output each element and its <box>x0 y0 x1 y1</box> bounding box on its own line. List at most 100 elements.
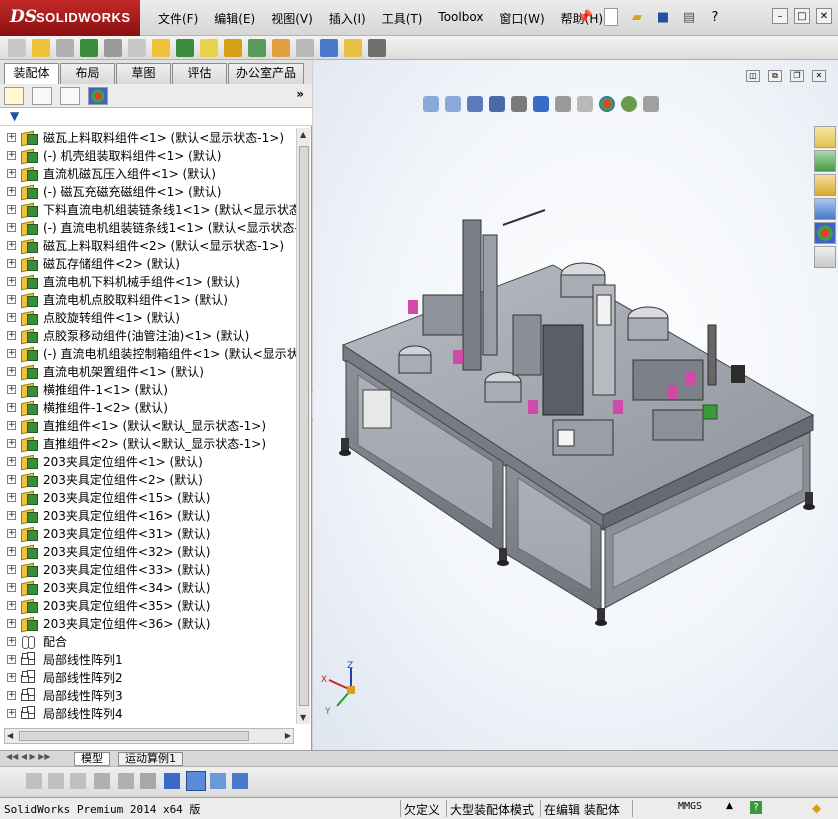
tree-item[interactable]: +203夹具定位组件<33> (默认) <box>0 560 296 578</box>
instant3d-icon[interactable] <box>368 38 386 57</box>
display-manager-tab-icon[interactable] <box>88 87 108 105</box>
new-motion-study-icon[interactable] <box>200 38 218 57</box>
tree-item[interactable]: + 磁瓦上料取料组件<2> (默认<显示状态-1>) <box>0 236 296 254</box>
property-manager-tab-icon[interactable] <box>32 87 52 105</box>
expand-toggle-icon[interactable]: + <box>7 582 16 592</box>
insert-component-icon[interactable] <box>8 38 26 57</box>
scroll-right-icon[interactable]: ▶ <box>285 731 291 740</box>
tree-item[interactable]: +203夹具定位组件<34> (默认) <box>0 578 296 596</box>
tree-item[interactable]: + (-) 直流电机组装链条线1<1> (默认<显示状态- <box>0 218 296 236</box>
vertical-scroll-thumb[interactable] <box>299 146 309 706</box>
menu-tools[interactable]: 工具(T) <box>374 10 431 27</box>
pin-icon[interactable]: 📌 <box>574 6 596 28</box>
expand-toggle-icon[interactable]: + <box>7 492 16 502</box>
status-tag-icon[interactable]: ◆ <box>812 801 821 815</box>
tree-item[interactable]: + 横推组件-1<2> (默认) <box>0 398 296 416</box>
view-tool-2-icon[interactable] <box>48 773 64 789</box>
save-icon[interactable]: ■ <box>652 6 674 28</box>
tab-layout[interactable]: 布局 <box>60 63 115 84</box>
tab-assembly[interactable]: 装配体 <box>4 63 59 84</box>
expand-toggle-icon[interactable]: + <box>7 240 16 250</box>
tree-item[interactable]: +203夹具定位组件<2> (默认) <box>0 470 296 488</box>
menu-edit[interactable]: 编辑(E) <box>206 10 263 27</box>
view-tool-4-icon[interactable] <box>94 773 110 789</box>
tree-item[interactable]: + 直流电机下料机械手组件<1> (默认) <box>0 272 296 290</box>
menu-view[interactable]: 视图(V) <box>263 10 321 27</box>
expand-toggle-icon[interactable]: + <box>7 510 16 520</box>
new-document-icon[interactable] <box>604 8 618 26</box>
tree-item[interactable]: +203夹具定位组件<36> (默认) <box>0 614 296 632</box>
move-component-icon[interactable] <box>104 38 122 57</box>
tree-item[interactable]: +203夹具定位组件<31> (默认) <box>0 524 296 542</box>
tab-sketch[interactable]: 草图 <box>116 63 171 84</box>
tree-item[interactable]: + 磁瓦上料取料组件<1> (默认<显示状态-1>) <box>0 128 296 146</box>
expand-toggle-icon[interactable]: + <box>7 384 16 394</box>
print-icon[interactable]: ▤ <box>678 6 700 28</box>
tab-office-products[interactable]: 办公室产品 <box>228 63 304 84</box>
tab-model[interactable]: 模型 <box>74 752 110 766</box>
status-help-icon[interactable]: ? <box>750 801 762 814</box>
tree-item[interactable]: +203夹具定位组件<32> (默认) <box>0 542 296 560</box>
expand-panel-icon[interactable]: » <box>296 87 304 101</box>
expand-toggle-icon[interactable]: + <box>7 564 16 574</box>
tree-item[interactable]: + 直流电机点胶取料组件<1> (默认) <box>0 290 296 308</box>
graphics-viewport[interactable]: ◫ ⧉ ❐ ✕ X Z Y <box>313 60 838 750</box>
explode-line-sketch-icon[interactable] <box>272 38 290 57</box>
tree-item[interactable]: + (-) 磁瓦充磁充磁组件<1> (默认) <box>0 182 296 200</box>
exploded-view-icon[interactable] <box>248 38 266 57</box>
scroll-down-icon[interactable]: ▼ <box>300 713 306 722</box>
open-folder-icon[interactable]: ▰ <box>626 6 648 28</box>
view-tool-7-icon[interactable] <box>164 773 180 789</box>
restore-icon[interactable]: □ <box>794 8 810 24</box>
expand-toggle-icon[interactable]: + <box>7 708 16 718</box>
expand-toggle-icon[interactable]: + <box>7 654 16 664</box>
expand-toggle-icon[interactable]: + <box>7 438 16 448</box>
expand-toggle-icon[interactable]: + <box>7 132 16 142</box>
tree-item[interactable]: + 磁瓦存储组件<2> (默认) <box>0 254 296 272</box>
expand-toggle-icon[interactable]: + <box>7 348 16 358</box>
configuration-manager-tab-icon[interactable] <box>60 87 80 105</box>
tree-item[interactable]: + 局部线性阵列4 <box>0 704 296 722</box>
tree-item[interactable]: + (-) 机壳组装取料组件<1> (默认) <box>0 146 296 164</box>
tree-item[interactable]: + 配合 <box>0 632 296 650</box>
tree-vertical-scrollbar[interactable]: ▲ ▼ <box>296 128 310 724</box>
expand-toggle-icon[interactable]: + <box>7 420 16 430</box>
minimize-icon[interactable]: – <box>772 8 788 24</box>
assembly-model-view[interactable]: X Z Y <box>313 60 838 750</box>
view-tool-9-icon[interactable] <box>210 773 226 789</box>
expand-toggle-icon[interactable]: + <box>7 600 16 610</box>
expand-toggle-icon[interactable]: + <box>7 294 16 304</box>
view-tool-8-icon[interactable] <box>186 771 206 791</box>
expand-toggle-icon[interactable]: + <box>7 690 16 700</box>
expand-toggle-icon[interactable]: + <box>7 168 16 178</box>
show-hidden-icon[interactable] <box>128 38 146 57</box>
expand-toggle-icon[interactable]: + <box>7 186 16 196</box>
expand-toggle-icon[interactable]: + <box>7 312 16 322</box>
expand-toggle-icon[interactable]: + <box>7 204 16 214</box>
expand-toggle-icon[interactable]: + <box>7 456 16 466</box>
reference-geometry-icon[interactable] <box>176 38 194 57</box>
tree-item[interactable]: +203夹具定位组件<1> (默认) <box>0 452 296 470</box>
expand-toggle-icon[interactable]: + <box>7 150 16 160</box>
expand-toggle-icon[interactable]: + <box>7 528 16 538</box>
status-units[interactable]: MMGS <box>678 801 702 812</box>
view-tool-6-icon[interactable] <box>140 773 156 789</box>
tree-item[interactable]: + 局部线性阵列2 <box>0 668 296 686</box>
menu-window[interactable]: 窗口(W) <box>491 10 552 27</box>
expand-toggle-icon[interactable]: + <box>7 618 16 628</box>
expand-toggle-icon[interactable]: + <box>7 258 16 268</box>
scroll-left-icon[interactable]: ◀ <box>7 731 13 740</box>
expand-toggle-icon[interactable]: + <box>7 474 16 484</box>
tree-item[interactable]: + 横推组件-1<1> (默认) <box>0 380 296 398</box>
tree-item[interactable]: +203夹具定位组件<15> (默认) <box>0 488 296 506</box>
menu-insert[interactable]: 插入(I) <box>321 10 374 27</box>
view-tool-10-icon[interactable] <box>232 773 248 789</box>
hole-alignment-icon[interactable] <box>344 38 362 57</box>
filter-icon[interactable]: ▼ <box>10 109 19 123</box>
expand-toggle-icon[interactable]: + <box>7 402 16 412</box>
menu-file[interactable]: 文件(F) <box>150 10 206 27</box>
tree-item[interactable]: + 局部线性阵列3 <box>0 686 296 704</box>
expand-toggle-icon[interactable]: + <box>7 546 16 556</box>
tree-item[interactable]: + 点胶旋转组件<1> (默认) <box>0 308 296 326</box>
expand-toggle-icon[interactable]: + <box>7 672 16 682</box>
